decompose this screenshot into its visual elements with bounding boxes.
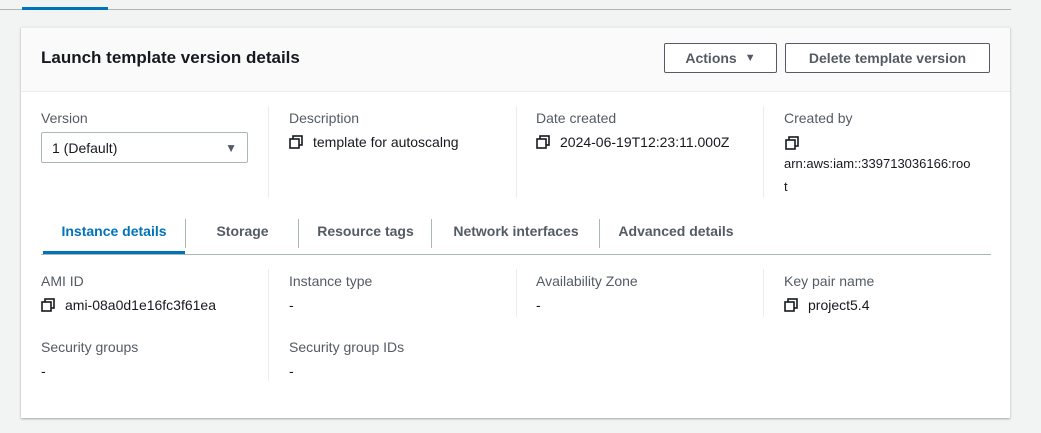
copy-icon[interactable] [289,135,303,149]
description-label: Description [289,110,360,126]
caret-down-icon: ▼ [744,51,756,64]
tab-label: Network interfaces [453,222,579,239]
tab-label: Storage [216,222,269,239]
version-select-value: 1 (Default) [52,139,118,156]
launch-template-version-card: Launch template version details Actions … [21,27,1010,418]
tab-label: Instance details [61,222,167,239]
tab-advanced-details[interactable]: Advanced details [600,208,752,253]
security-groups-value: - [41,363,46,379]
copy-icon[interactable] [536,135,550,149]
date-created-label: Date created [536,110,617,126]
instance-type-value: - [289,297,294,313]
description-value: template for autoscalng [313,134,459,150]
column-divider [763,269,764,317]
tab-label: Advanced details [618,222,734,239]
delete-template-version-button[interactable]: Delete template version [785,43,990,73]
ami-id-label: AMI ID [41,273,84,289]
version-label: Version [41,110,88,126]
actions-button-label: Actions [685,50,737,66]
copy-icon[interactable] [784,298,798,312]
tab-resource-tags[interactable]: Resource tags [299,208,432,253]
details-tabs: Instance details Storage Resource tags N… [41,208,991,255]
tab-label: Resource tags [317,222,414,239]
ami-id-value-row: ami-08a0d1e16fc3f61ea [41,297,216,313]
availability-zone-value: - [536,297,541,313]
version-select[interactable]: 1 (Default) ▼ [41,132,248,163]
instance-type-label: Instance type [289,273,373,289]
card-title: Launch template version details [41,48,300,67]
created-by-value-line2: t [784,179,788,194]
security-groups-label: Security groups [41,339,139,355]
security-group-ids-label: Security group IDs [289,339,405,355]
column-divider [268,106,269,198]
ami-id-value: ami-08a0d1e16fc3f61ea [65,297,217,313]
tab-storage[interactable]: Storage [186,208,299,253]
column-divider [268,269,269,381]
security-group-ids-value: - [289,363,294,379]
key-pair-name-value: project5.4 [808,297,870,313]
copy-icon[interactable] [785,136,799,150]
key-pair-name-value-row: project5.4 [784,297,869,313]
page-tab-indicator [22,7,108,10]
created-by-value-line1: arn:aws:iam::339713036166:roo [784,156,971,171]
column-divider [516,106,517,198]
column-divider [516,269,517,317]
actions-button[interactable]: Actions ▼ [664,43,777,73]
column-divider [763,106,764,198]
availability-zone-label: Availability Zone [536,273,638,289]
active-tab-indicator [43,251,185,254]
description-value-row: template for autoscalng [289,134,459,150]
date-created-value: 2024-06-19T12:23:11.000Z [560,134,730,150]
created-by-label: Created by [784,110,853,126]
copy-icon[interactable] [41,298,55,312]
caret-down-icon: ▼ [225,140,237,155]
page-top-divider [0,9,1011,10]
card-header: Launch template version details Actions … [21,28,1010,92]
tab-network-interfaces[interactable]: Network interfaces [432,208,600,253]
date-created-value-row: 2024-06-19T12:23:11.000Z [536,134,729,150]
delete-button-label: Delete template version [808,50,967,66]
tab-instance-details[interactable]: Instance details [43,208,185,253]
key-pair-name-label: Key pair name [784,273,875,289]
